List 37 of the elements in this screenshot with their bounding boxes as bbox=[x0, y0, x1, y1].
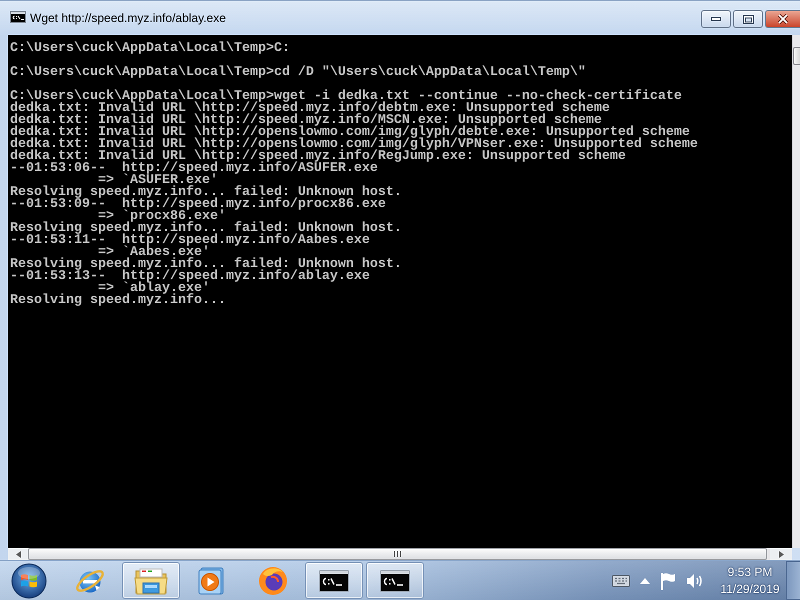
close-icon bbox=[777, 14, 789, 24]
console-line: => `ablay.exe' bbox=[98, 283, 210, 295]
keyboard-icon[interactable] bbox=[612, 574, 630, 586]
scroll-up-button[interactable] bbox=[793, 47, 800, 65]
taskbar-button[interactable] bbox=[366, 562, 424, 599]
console-line: --01:53:09-- http://speed.myz.info/procx86.exe bbox=[10, 199, 386, 211]
show-desktop-button[interactable] bbox=[786, 561, 800, 600]
speaker-icon[interactable] bbox=[686, 572, 704, 588]
console-icon bbox=[319, 570, 349, 592]
console-line: C:\Users\cuck\AppData\Local\Temp>C: bbox=[10, 43, 290, 55]
clock-time: 9:53 PM bbox=[728, 564, 772, 580]
console-line: --01:53:13-- http://speed.myz.info/ablay.exe bbox=[10, 271, 370, 283]
right-arrow-icon bbox=[778, 550, 784, 558]
folder-icon bbox=[134, 566, 168, 596]
scroll-left-button[interactable] bbox=[8, 548, 28, 560]
minimize-button[interactable] bbox=[701, 10, 731, 28]
up-arrow-icon[interactable] bbox=[640, 578, 650, 584]
start-orb-icon[interactable] bbox=[11, 562, 47, 598]
console-line: --01:53:06-- http://speed.myz.info/ASUFER.exe bbox=[10, 163, 378, 175]
scroll-right-button[interactable] bbox=[770, 548, 792, 560]
console-icon bbox=[10, 11, 26, 23]
maximize-button[interactable] bbox=[733, 10, 763, 28]
minimize-icon bbox=[711, 17, 721, 21]
flag-icon[interactable] bbox=[660, 572, 676, 590]
clock-date: 11/29/2019 bbox=[720, 580, 780, 598]
flame-globe-icon bbox=[257, 564, 289, 596]
taskbar-button[interactable] bbox=[305, 562, 363, 599]
console-line: => `procx86.exe' bbox=[98, 211, 226, 223]
grip-icon bbox=[394, 551, 401, 557]
console-line: Resolving speed.myz.info... bbox=[10, 295, 226, 307]
maximize-icon bbox=[742, 14, 754, 24]
console-icon bbox=[380, 570, 410, 592]
console-line: --01:53:11-- http://speed.myz.info/Aabes.exe bbox=[10, 235, 370, 247]
close-button[interactable] bbox=[765, 10, 800, 28]
left-arrow-icon bbox=[16, 550, 20, 558]
console-line: C:\Users\cuck\AppData\Local\Temp>cd /D "\Users\cuck\AppData\Local\Temp\" bbox=[10, 67, 586, 79]
window-title: Wget http://speed.myz.info/ablay.exe bbox=[30, 10, 226, 26]
